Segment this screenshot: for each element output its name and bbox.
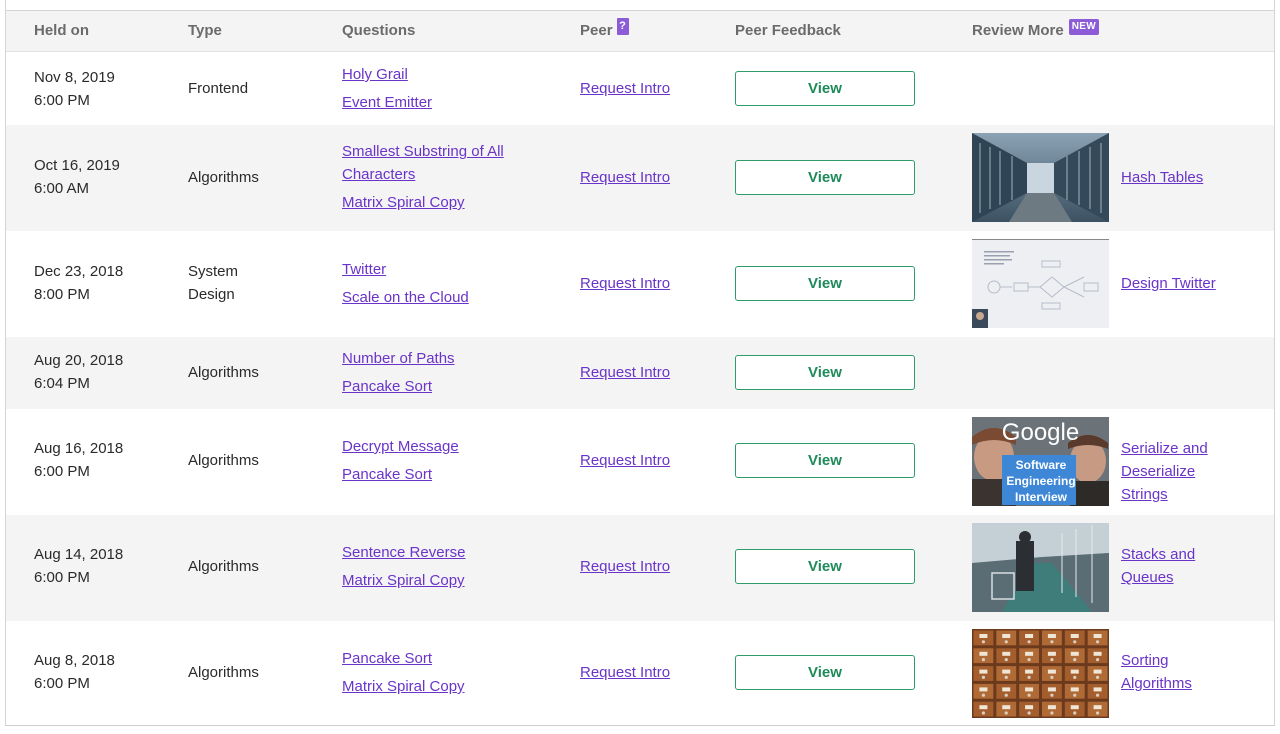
request-intro-link[interactable]: Request Intro [580, 555, 670, 578]
header-review-more: Review More NEW [972, 18, 1099, 39]
question-link[interactable]: Smallest Substring of All Characters [342, 140, 532, 186]
question-link[interactable]: Holy Grail [342, 63, 542, 86]
request-intro-link[interactable]: Request Intro [580, 361, 670, 384]
view-feedback-button[interactable]: View [735, 443, 915, 478]
request-intro-link[interactable]: Request Intro [580, 661, 670, 684]
shopping-aisle-thumbnail[interactable] [972, 523, 1109, 612]
question-link[interactable]: Sentence Reverse [342, 541, 542, 564]
help-icon[interactable]: ? [616, 18, 629, 35]
session-type: System Design [188, 263, 239, 303]
session-date: Dec 23, 2018 8:00 PM [34, 263, 124, 303]
session-date: Aug 8, 2018 6:00 PM [34, 652, 115, 692]
session-type: Algorithms [188, 169, 259, 186]
table-row: Aug 16, 2018 6:00 PM Algorithms Decrypt M… [6, 409, 1274, 515]
session-type: Algorithms [188, 452, 259, 469]
session-type: Algorithms [188, 664, 259, 681]
session-date: Aug 16, 2018 6:00 PM [34, 440, 124, 480]
question-list: Sentence Reverse Matrix Spiral Copy [342, 541, 542, 592]
view-feedback-button[interactable]: View [735, 549, 915, 584]
google-interview-thumbnail[interactable]: Google Software Engineering Interview [972, 417, 1109, 506]
question-link[interactable]: Pancake Sort [342, 463, 542, 486]
session-date: Aug 20, 2018 6:04 PM [34, 352, 124, 392]
view-feedback-button[interactable]: View [735, 655, 915, 690]
session-date: Oct 16, 2019 6:00 AM [34, 157, 120, 197]
request-intro-link[interactable]: Request Intro [580, 272, 670, 295]
question-list: Decrypt Message Pancake Sort [342, 435, 542, 486]
session-type: Frontend [188, 80, 249, 97]
server-room-thumbnail[interactable] [972, 133, 1109, 222]
header-held-on: Held on [34, 22, 89, 39]
header-review-more-label: Review More [972, 22, 1064, 39]
request-intro-link[interactable]: Request Intro [580, 77, 670, 100]
question-link[interactable]: Matrix Spiral Copy [342, 191, 532, 214]
question-link[interactable]: Scale on the Cloud [342, 286, 542, 309]
header-questions: Questions [342, 22, 416, 39]
card-catalog-thumbnail[interactable] [972, 629, 1109, 718]
question-link[interactable]: Pancake Sort [342, 375, 542, 398]
review-link[interactable]: Design Twitter [1121, 272, 1231, 295]
review-link[interactable]: Sorting Algorithms [1121, 649, 1231, 695]
review-link[interactable]: Hash Tables [1121, 166, 1231, 189]
question-list: Number of Paths Pancake Sort [342, 347, 542, 398]
table-row: Aug 8, 2018 6:00 PM Algorithms Pancake So… [6, 621, 1274, 727]
request-intro-link[interactable]: Request Intro [580, 166, 670, 189]
header-peer-label: Peer [580, 22, 613, 39]
session-type: Algorithms [188, 364, 259, 381]
request-intro-link[interactable]: Request Intro [580, 449, 670, 472]
view-feedback-button[interactable]: View [735, 160, 915, 195]
table-top-edge [5, 0, 1275, 10]
table-row: Dec 23, 2018 8:00 PM System Design Twitte… [6, 231, 1274, 337]
table-row: Oct 16, 2019 6:00 AM Algorithms Smallest … [6, 125, 1274, 231]
past-sessions-table: Held on Type Questions Peer ? Peer Feedb… [5, 10, 1275, 726]
thumb-caption: Software Engineering Interview [1006, 458, 1076, 504]
question-link[interactable]: Matrix Spiral Copy [342, 569, 542, 592]
thumb-brand-text: Google [1001, 419, 1080, 446]
header-peer: Peer ? [580, 18, 629, 39]
table-row: Nov 8, 2019 6:00 PM Frontend Holy Grail E… [6, 53, 1274, 125]
session-date: Aug 14, 2018 6:00 PM [34, 546, 124, 586]
table-row: Aug 14, 2018 6:00 PM Algorithms Sentence … [6, 515, 1274, 621]
question-link[interactable]: Number of Paths [342, 347, 542, 370]
question-link[interactable]: Pancake Sort [342, 647, 542, 670]
header-peer-feedback: Peer Feedback [735, 22, 841, 39]
new-badge: NEW [1068, 18, 1099, 35]
question-link[interactable]: Matrix Spiral Copy [342, 675, 542, 698]
view-feedback-button[interactable]: View [735, 71, 915, 106]
question-list: Pancake Sort Matrix Spiral Copy [342, 647, 542, 698]
table-header: Held on Type Questions Peer ? Peer Feedb… [6, 11, 1274, 52]
session-type: Algorithms [188, 558, 259, 575]
question-link[interactable]: Event Emitter [342, 91, 542, 114]
header-type: Type [188, 22, 222, 39]
view-feedback-button[interactable]: View [735, 266, 915, 301]
question-link[interactable]: Twitter [342, 258, 542, 281]
review-link[interactable]: Serialize and Deserialize Strings [1121, 437, 1231, 506]
diagram-thumbnail[interactable] [972, 239, 1109, 328]
question-list: Holy Grail Event Emitter [342, 63, 542, 114]
session-date: Nov 8, 2019 6:00 PM [34, 69, 115, 109]
table-row: Aug 20, 2018 6:04 PM Algorithms Number of… [6, 337, 1274, 409]
question-link[interactable]: Decrypt Message [342, 435, 542, 458]
review-link[interactable]: Stacks and Queues [1121, 543, 1231, 589]
view-feedback-button[interactable]: View [735, 355, 915, 390]
question-list: Smallest Substring of All Characters Mat… [342, 140, 532, 214]
question-list: Twitter Scale on the Cloud [342, 258, 542, 309]
